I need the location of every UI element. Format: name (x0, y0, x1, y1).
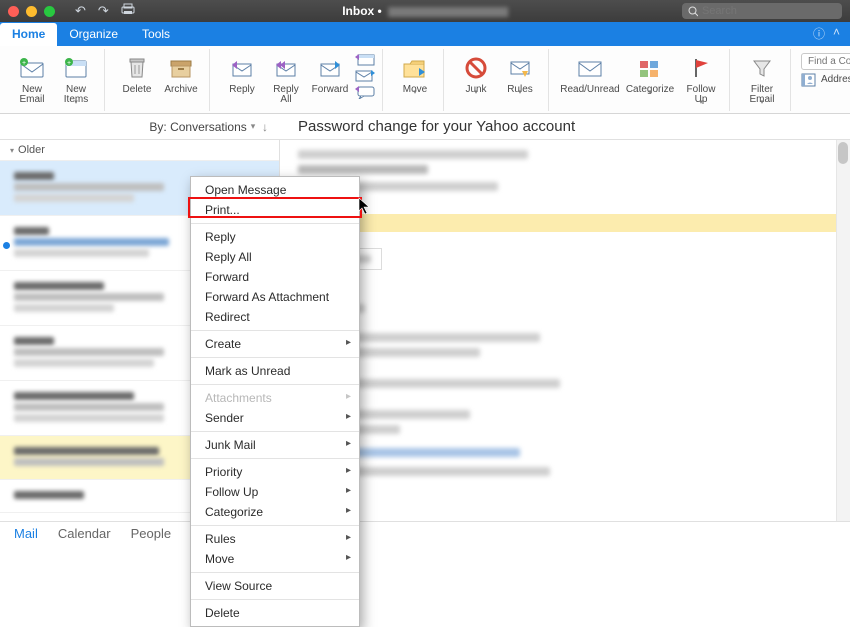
find-contact-input[interactable] (801, 53, 850, 70)
ctx-view-source[interactable]: View Source (191, 576, 359, 596)
nav-calendar[interactable]: Calendar (58, 526, 111, 541)
new-items-icon: + (63, 53, 89, 83)
titlebar: ↶ ↷ Inbox • (0, 0, 850, 22)
follow-up-button[interactable]: Follow Up▾ (679, 49, 723, 105)
scrollbar-thumb[interactable] (838, 142, 848, 164)
ctx-priority[interactable]: Priority (191, 462, 359, 482)
svg-text:+: + (22, 60, 26, 67)
ctx-sender[interactable]: Sender (191, 408, 359, 428)
im-reply-icon[interactable] (354, 85, 376, 99)
ctx-rules[interactable]: Rules (191, 529, 359, 549)
ctx-reply[interactable]: Reply (191, 227, 359, 247)
new-email-button[interactable]: + New Email (10, 49, 54, 105)
ribbon: + New Email + New Items▾ Delete Archive … (0, 46, 850, 114)
archive-icon (169, 53, 193, 83)
trash-icon (127, 53, 147, 83)
ctx-open-message[interactable]: Open Message (191, 180, 359, 200)
quick-access-toolbar: ↶ ↷ (75, 3, 135, 19)
flag-icon (692, 53, 710, 83)
help-icon[interactable]: ⓘ (813, 25, 825, 42)
ctx-follow-up[interactable]: Follow Up (191, 482, 359, 502)
close-window-button[interactable] (8, 6, 19, 17)
search-box[interactable] (682, 3, 842, 19)
reply-all-button[interactable]: Reply All (264, 49, 308, 105)
unread-indicator-icon (3, 242, 10, 249)
ctx-forward-attachment[interactable]: Forward As Attachment (191, 287, 359, 307)
categorize-icon (638, 53, 662, 83)
junk-icon (465, 53, 487, 83)
ctx-reply-all[interactable]: Reply All (191, 247, 359, 267)
tab-organize[interactable]: Organize (57, 23, 130, 46)
forward-button[interactable]: Forward (308, 49, 352, 95)
bottom-navigation: Mail Calendar People (0, 521, 850, 545)
nav-people[interactable]: People (131, 526, 171, 541)
address-book-button[interactable]: Address Book (801, 73, 850, 87)
ctx-categorize[interactable]: Categorize (191, 502, 359, 522)
tab-home[interactable]: Home (0, 23, 57, 46)
context-menu: Open Message Print... Reply Reply All Fo… (190, 176, 360, 627)
ctx-delete[interactable]: Delete (191, 603, 359, 623)
ctx-junk-mail[interactable]: Junk Mail (191, 435, 359, 455)
rules-icon (508, 53, 532, 83)
address-book-icon (801, 73, 817, 87)
reply-icon (230, 53, 254, 83)
search-icon (688, 6, 698, 17)
reply-button[interactable]: Reply (220, 49, 264, 95)
read-unread-icon (576, 53, 604, 83)
forward-attachment-icon[interactable] (354, 69, 376, 83)
delete-button[interactable]: Delete (115, 49, 159, 95)
svg-text:+: + (67, 60, 71, 67)
reading-pane-subject: Password change for your Yahoo account (280, 114, 850, 139)
sort-direction-icon[interactable]: ↓ (262, 120, 268, 134)
info-banner (280, 214, 850, 232)
reading-pane-scrollbar[interactable] (836, 140, 850, 521)
ctx-redirect[interactable]: Redirect (191, 307, 359, 327)
tab-tools[interactable]: Tools (130, 23, 182, 46)
read-unread-button[interactable]: Read/Unread (559, 49, 621, 95)
redo-icon[interactable]: ↷ (98, 3, 109, 19)
minimize-window-button[interactable] (26, 6, 37, 17)
window-controls (8, 6, 55, 17)
maximize-window-button[interactable] (44, 6, 55, 17)
ctx-forward[interactable]: Forward (191, 267, 359, 287)
rules-button[interactable]: Rules▾ (498, 49, 542, 95)
print-icon[interactable] (121, 3, 135, 19)
search-input[interactable] (702, 5, 836, 17)
new-email-icon: + (19, 53, 45, 83)
move-button[interactable]: Move▾ (393, 49, 437, 95)
chevron-down-icon: ▾ (251, 121, 256, 132)
filter-email-button[interactable]: Filter Email▾ (740, 49, 784, 105)
filter-icon (751, 53, 773, 83)
nav-mail[interactable]: Mail (14, 526, 38, 541)
window-title: Inbox • (342, 4, 508, 18)
mouse-cursor-icon (358, 197, 372, 215)
reply-all-icon (273, 53, 299, 83)
sort-dropdown[interactable]: By: Conversations▾ ↓ (0, 114, 280, 139)
sort-and-subject-bar: By: Conversations▾ ↓ Password change for… (0, 114, 850, 140)
message-group-header[interactable]: Older (0, 140, 279, 161)
forward-icon (318, 53, 342, 83)
archive-button[interactable]: Archive (159, 49, 203, 95)
undo-icon[interactable]: ↶ (75, 3, 86, 19)
meeting-reply-icon[interactable] (354, 53, 376, 67)
ctx-create[interactable]: Create (191, 334, 359, 354)
ribbon-tabs: Home Organize Tools ⓘ ˄ (0, 22, 850, 46)
ctx-mark-unread[interactable]: Mark as Unread (191, 361, 359, 381)
collapse-ribbon-icon[interactable]: ˄ (833, 25, 840, 42)
new-items-button[interactable]: + New Items▾ (54, 49, 98, 105)
move-icon (402, 53, 428, 83)
junk-button[interactable]: Junk▾ (454, 49, 498, 95)
ctx-print[interactable]: Print... (191, 200, 359, 220)
ctx-move[interactable]: Move (191, 549, 359, 569)
ctx-attachments: Attachments (191, 388, 359, 408)
categorize-button[interactable]: Categorize▾ (621, 49, 679, 95)
